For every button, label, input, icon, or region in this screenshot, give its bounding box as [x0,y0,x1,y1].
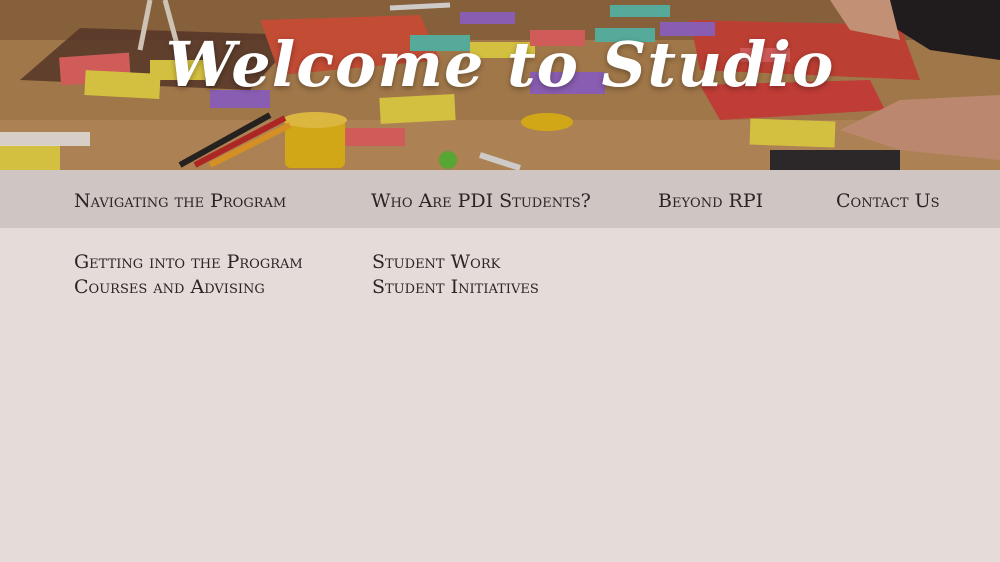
submenu-link-courses-advising[interactable]: Courses and Advising [74,275,303,300]
submenu-link-student-initiatives[interactable]: Student Initiatives [372,275,539,300]
nav-item-navigating-program[interactable]: Navigating the Program [74,170,286,228]
submenu-link-student-work[interactable]: Student Work [372,250,539,275]
submenu-program: Getting into the Program Courses and Adv… [74,250,303,300]
nav-item-beyond-rpi[interactable]: Beyond RPI [658,170,763,228]
page-title: Welcome to Studio [165,28,835,101]
nav-item-who-are-pdi-students[interactable]: Who Are PDI Students? [371,170,591,228]
nav-item-contact-us[interactable]: Contact Us [836,170,940,228]
submenu-link-getting-into-program[interactable]: Getting into the Program [74,250,303,275]
main-nav: Navigating the Program Who Are PDI Stude… [0,170,1000,228]
hero-banner: Welcome to Studio [0,0,1000,170]
submenu-students: Student Work Student Initiatives [372,250,539,300]
